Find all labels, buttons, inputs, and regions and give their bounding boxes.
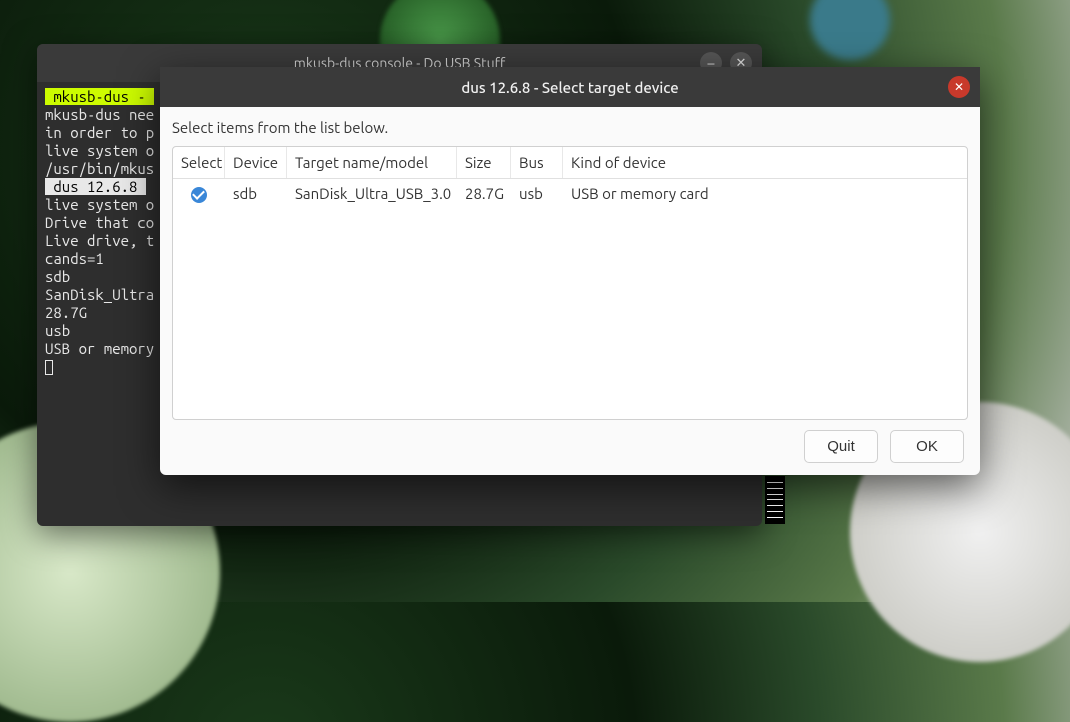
col-device[interactable]: Device	[225, 147, 287, 178]
dialog-body: Select items from the list below. Select…	[160, 107, 980, 475]
terminal-line: 28.7G	[45, 304, 87, 321]
wallpaper-decoration	[810, 0, 890, 60]
row-device: sdb	[225, 179, 287, 209]
terminal-line: live system o	[45, 142, 154, 159]
terminal-line: cands=1	[45, 250, 104, 267]
col-bus[interactable]: Bus	[511, 147, 563, 178]
dialog-close-button[interactable]: ✕	[948, 76, 970, 98]
row-target: SanDisk_Ultra_USB_3.0	[287, 179, 457, 209]
select-target-dialog: dus 12.6.8 - Select target device ✕ Sele…	[160, 67, 980, 475]
terminal-line: in order to p	[45, 124, 154, 141]
row-bus: usb	[511, 179, 563, 209]
row-select[interactable]	[173, 179, 225, 209]
terminal-line: mkusb-dus -	[45, 88, 154, 105]
terminal-line: Live drive, t	[45, 232, 154, 249]
terminal-line: /usr/bin/mkus	[45, 160, 154, 177]
terminal-line: usb	[45, 322, 70, 339]
dialog-titlebar[interactable]: dus 12.6.8 - Select target device ✕	[160, 67, 980, 107]
terminal-line: USB or memory	[45, 340, 154, 357]
terminal-line: sdb	[45, 268, 70, 285]
checkmark-icon[interactable]	[191, 187, 207, 203]
row-kind: USB or memory card	[563, 179, 967, 209]
dialog-button-row: Quit OK	[172, 420, 968, 467]
col-target[interactable]: Target name/model	[287, 147, 457, 178]
terminal-line: Drive that co	[45, 214, 154, 231]
device-list-header: Select Device Target name/model Size Bus…	[173, 147, 967, 179]
terminal-line: live system o	[45, 196, 154, 213]
dialog-instruction: Select items from the list below.	[172, 119, 968, 136]
col-kind[interactable]: Kind of device	[563, 147, 967, 178]
device-list: Select Device Target name/model Size Bus…	[172, 146, 968, 420]
col-size[interactable]: Size	[457, 147, 511, 178]
dialog-title: dus 12.6.8 - Select target device	[461, 79, 678, 96]
ok-button[interactable]: OK	[890, 430, 964, 463]
quit-button[interactable]: Quit	[804, 430, 878, 463]
terminal-line: dus 12.6.8	[45, 178, 146, 195]
col-select[interactable]: Select	[173, 147, 225, 178]
terminal-line: SanDisk_Ultra	[45, 286, 154, 303]
close-icon: ✕	[954, 80, 964, 94]
terminal-line: mkusb-dus nee	[45, 106, 154, 123]
device-row[interactable]: sdb SanDisk_Ultra_USB_3.0 28.7G usb USB …	[173, 179, 967, 209]
scroll-indicator-icon	[765, 476, 785, 524]
terminal-cursor	[45, 360, 53, 375]
row-size: 28.7G	[457, 179, 511, 209]
